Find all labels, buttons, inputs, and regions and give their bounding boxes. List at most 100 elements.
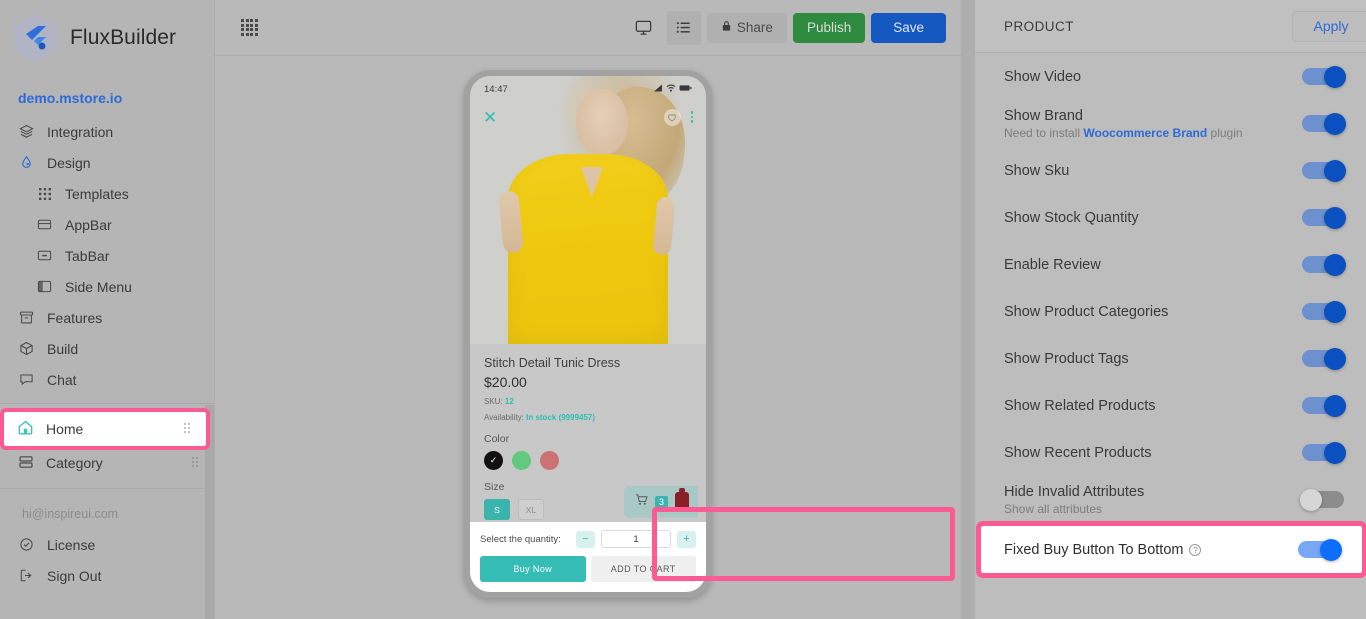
option-label: Show Sku (1004, 163, 1069, 179)
option-enable-review[interactable]: Enable Review (975, 241, 1366, 288)
battery-icon (679, 84, 692, 95)
fluxbuilder-logo-icon (14, 14, 58, 62)
toolbar-divider (215, 55, 961, 56)
apply-button[interactable]: Apply (1292, 11, 1366, 42)
option-show-product-tags[interactable]: Show Product Tags (975, 335, 1366, 382)
color-swatches: ✓ (484, 451, 692, 470)
buy-now-button[interactable]: Buy Now (480, 556, 586, 582)
more-vertical-icon[interactable] (691, 111, 694, 123)
close-icon[interactable]: ✕ (483, 109, 497, 126)
quantity-input[interactable]: 1 (601, 530, 671, 548)
option-show-stock-quantity[interactable]: Show Stock Quantity (975, 194, 1366, 241)
toggle-hide-invalid-attributes[interactable] (1302, 491, 1344, 508)
toggle-show-product-categories[interactable] (1302, 303, 1344, 320)
option-hide-invalid-attributes[interactable]: Hide Invalid Attributes Show all attribu… (975, 476, 1366, 523)
sidebar-item-category[interactable]: Category (0, 446, 214, 480)
share-button[interactable]: Share (707, 13, 787, 43)
toggle-show-stock-quantity[interactable] (1302, 209, 1344, 226)
color-swatch-green[interactable] (512, 451, 531, 470)
cart-icon (635, 493, 648, 511)
panel-header: PRODUCT Apply (975, 0, 1366, 53)
quantity-increment-button[interactable]: + (677, 531, 696, 548)
sidebar-item-integration[interactable]: Integration (0, 116, 214, 147)
monitor-icon[interactable] (627, 11, 661, 45)
panel-scrollbar[interactable] (961, 0, 975, 619)
phone-mockup: 14:47 ✕ (464, 70, 712, 598)
toggle-show-related-products[interactable] (1302, 397, 1344, 414)
quantity-decrement-button[interactable]: − (576, 531, 595, 548)
color-swatch-black[interactable]: ✓ (484, 451, 503, 470)
toggle-show-sku[interactable] (1302, 162, 1344, 179)
list-icon[interactable] (667, 11, 701, 45)
option-show-video[interactable]: Show Video (975, 53, 1366, 100)
panel-options-list: Show Video Show Brand Need to install Wo… (975, 53, 1366, 619)
archive-icon (18, 309, 35, 326)
heart-icon[interactable] (664, 109, 681, 126)
product-availability: Availability: In stock (9999457) (484, 413, 692, 422)
option-label: Enable Review (1004, 257, 1101, 273)
option-label: Hide Invalid Attributes (1004, 484, 1144, 500)
grid-icon (36, 185, 53, 202)
right-properties-panel: PRODUCT Apply Show Video Show Brand Need… (975, 0, 1366, 619)
option-label: Show Related Products (1004, 398, 1156, 414)
size-option-xl[interactable]: XL (518, 499, 544, 520)
toggle-show-recent-products[interactable] (1302, 444, 1344, 461)
option-label: Show Product Categories (1004, 304, 1168, 320)
sidebar-item-label: Sign Out (47, 568, 101, 584)
cube-icon (18, 340, 35, 357)
product-sku: SKU: 12 (484, 397, 692, 406)
hero-overlay-actions: ✕ (470, 102, 706, 132)
sidebar-item-label: TabBar (65, 248, 109, 264)
sidebar-item-design[interactable]: Design (0, 147, 214, 178)
sidebar-item-sign-out[interactable]: Sign Out (0, 560, 214, 591)
sidebar-item-build[interactable]: Build (0, 333, 214, 364)
sidebar-scrollbar[interactable] (205, 405, 214, 619)
sidebar-item-label: Category (46, 455, 103, 471)
toggle-show-video[interactable] (1302, 68, 1344, 85)
sidebar-item-chat[interactable]: Chat (0, 364, 214, 395)
drag-handle-icon[interactable] (192, 457, 200, 469)
sidebar-item-features[interactable]: Features (0, 302, 214, 333)
quantity-label: Select the quantity: (480, 534, 561, 545)
option-fixed-buy-button-to-bottom[interactable]: Fixed Buy Button To Bottom ? (981, 526, 1362, 573)
sidebar-item-label: Integration (47, 124, 113, 140)
sidebar-item-appbar[interactable]: AppBar (0, 209, 214, 240)
option-show-recent-products[interactable]: Show Recent Products (975, 429, 1366, 476)
toggle-show-brand[interactable] (1302, 115, 1344, 132)
product-price: $20.00 (484, 374, 692, 390)
option-show-product-categories[interactable]: Show Product Categories (975, 288, 1366, 335)
product-title: Stitch Detail Tunic Dress (484, 356, 692, 370)
publish-button[interactable]: Publish (793, 13, 865, 43)
badge-check-icon (18, 536, 35, 553)
woocommerce-brand-link[interactable]: Woocommerce Brand (1083, 126, 1207, 140)
sidebar-item-label: Side Menu (65, 279, 132, 295)
save-button[interactable]: Save (871, 13, 946, 43)
color-swatch-red[interactable] (540, 451, 559, 470)
option-show-sku[interactable]: Show Sku (975, 147, 1366, 194)
home-icon (17, 419, 34, 439)
option-label: Show Video (1004, 69, 1081, 85)
apps-grid-icon[interactable] (241, 19, 258, 36)
toggle-show-product-tags[interactable] (1302, 350, 1344, 367)
add-to-cart-button[interactable]: ADD TO CART (591, 556, 697, 582)
toggle-enable-review[interactable] (1302, 256, 1344, 273)
option-label: Show Recent Products (1004, 445, 1152, 461)
drag-handle-icon[interactable] (184, 423, 192, 435)
size-option-s[interactable]: S (484, 499, 510, 520)
sidebar-item-templates[interactable]: Templates (0, 178, 214, 209)
toggle-fixed-buy-button-to-bottom[interactable] (1298, 541, 1340, 558)
sidebar-item-side-menu[interactable]: Side Menu (0, 271, 214, 302)
option-show-brand[interactable]: Show Brand Need to install Woocommerce B… (975, 100, 1366, 147)
floating-cart-widget[interactable]: 3 (624, 486, 698, 518)
sidebar-divider (0, 403, 214, 404)
help-icon[interactable]: ? (1189, 544, 1201, 556)
phone-status-bar: 14:47 (470, 76, 706, 102)
sidebar-item-label: Chat (47, 372, 77, 388)
sidebar-item-home[interactable]: Home (4, 412, 206, 446)
site-url-link[interactable]: demo.mstore.io (0, 76, 214, 116)
sidebar-item-tabbar[interactable]: TabBar (0, 240, 214, 271)
top-toolbar: Share Publish Save (215, 0, 961, 55)
option-show-related-products[interactable]: Show Related Products (975, 382, 1366, 429)
sidebar-item-label: Design (47, 155, 91, 171)
sidebar-item-license[interactable]: License (0, 529, 214, 560)
